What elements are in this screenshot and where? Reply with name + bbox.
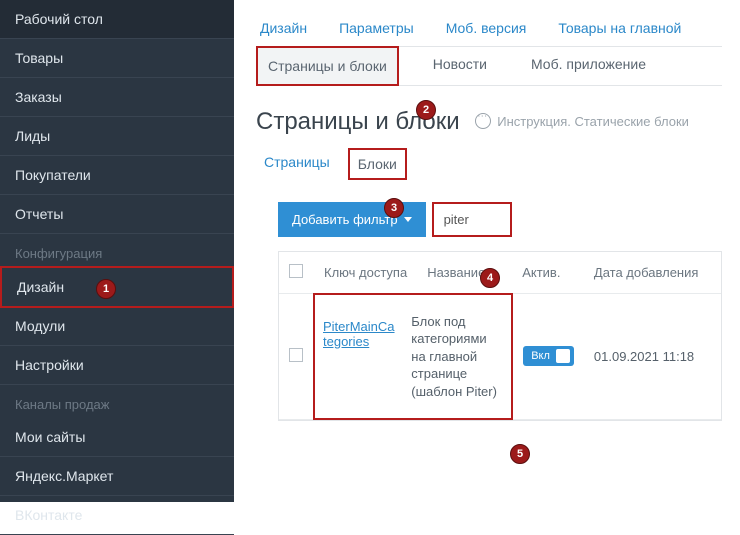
sidebar-item-mysites[interactable]: Мои сайты [0, 418, 234, 457]
step-badge-4: 4 [480, 268, 500, 288]
subtabs: Страницы Блоки [256, 148, 722, 180]
tab-mobile-app[interactable]: Моб. приложение [521, 46, 656, 85]
col-active[interactable]: Актив. [512, 252, 584, 294]
step-badge-1: 1 [96, 279, 116, 299]
row-key-link[interactable]: PiterMainCategories [323, 319, 395, 349]
sidebar-item-reports[interactable]: Отчеты [0, 195, 234, 234]
sidebar-item-design[interactable]: Дизайн [0, 266, 234, 308]
sidebar-item-yandex[interactable]: Яндекс.Маркет [0, 457, 234, 496]
instruction-label: Инструкция. Статические блоки [497, 114, 689, 129]
sidebar-item-leads[interactable]: Лиды [0, 117, 234, 156]
tabs-primary: Дизайн Параметры Моб. версия Товары на г… [256, 10, 722, 47]
tab-mobile[interactable]: Моб. версия [442, 10, 531, 46]
sidebar-item-settings[interactable]: Настройки [0, 346, 234, 385]
col-key[interactable]: Ключ доступа [314, 252, 417, 294]
tabs-secondary: Страницы и блоки Новости Моб. приложение [256, 46, 722, 86]
row-checkbox[interactable] [289, 348, 303, 362]
sidebar-item-products[interactable]: Товары [0, 39, 234, 78]
subtab-blocks[interactable]: Блоки [348, 148, 407, 180]
sidebar-item-modules[interactable]: Модули [0, 307, 234, 346]
sidebar-section-config: Конфигурация [0, 234, 234, 267]
table-row: PiterMainCategories Блок под категориями… [279, 294, 721, 420]
toggle-knob-icon [556, 349, 570, 363]
col-date[interactable]: Дата добавления [584, 252, 721, 294]
step-badge-2: 2 [416, 100, 436, 120]
filter-search-input[interactable] [432, 202, 512, 237]
sidebar-item-desktop[interactable]: Рабочий стол [0, 0, 234, 39]
subtab-pages[interactable]: Страницы [256, 148, 338, 180]
step-badge-3: 3 [384, 198, 404, 218]
sidebar-section-channels: Каналы продаж [0, 385, 234, 418]
add-filter-label: Добавить фильтр [292, 212, 398, 227]
instruction-link[interactable]: Инструкция. Статические блоки [475, 113, 689, 129]
toggle-label: Вкл [531, 350, 550, 362]
chat-bubble-icon [475, 113, 491, 129]
tab-pages-blocks[interactable]: Страницы и блоки [256, 46, 399, 86]
main-content: Дизайн Параметры Моб. версия Товары на г… [234, 0, 740, 502]
caret-down-icon [404, 217, 412, 222]
blocks-table: Ключ доступа Название Актив. Дата добавл… [278, 251, 722, 421]
tab-params[interactable]: Параметры [335, 10, 418, 46]
tab-featured[interactable]: Товары на главной [554, 10, 685, 46]
tab-design[interactable]: Дизайн [256, 10, 311, 46]
tab-news[interactable]: Новости [423, 46, 497, 85]
step-badge-5: 5 [510, 444, 530, 464]
table-toolbar: Добавить фильтр [278, 202, 722, 237]
table-header-row: Ключ доступа Название Актив. Дата добавл… [279, 252, 721, 294]
row-name: Блок под категориями на главной странице… [403, 295, 511, 419]
sidebar-item-customers[interactable]: Покупатели [0, 156, 234, 195]
select-all-checkbox[interactable] [289, 264, 303, 278]
sidebar: Рабочий стол Товары Заказы Лиды Покупате… [0, 0, 234, 502]
row-active-toggle[interactable]: Вкл [523, 346, 574, 366]
row-date: 01.09.2021 11:18 [584, 294, 721, 420]
sidebar-item-orders[interactable]: Заказы [0, 78, 234, 117]
